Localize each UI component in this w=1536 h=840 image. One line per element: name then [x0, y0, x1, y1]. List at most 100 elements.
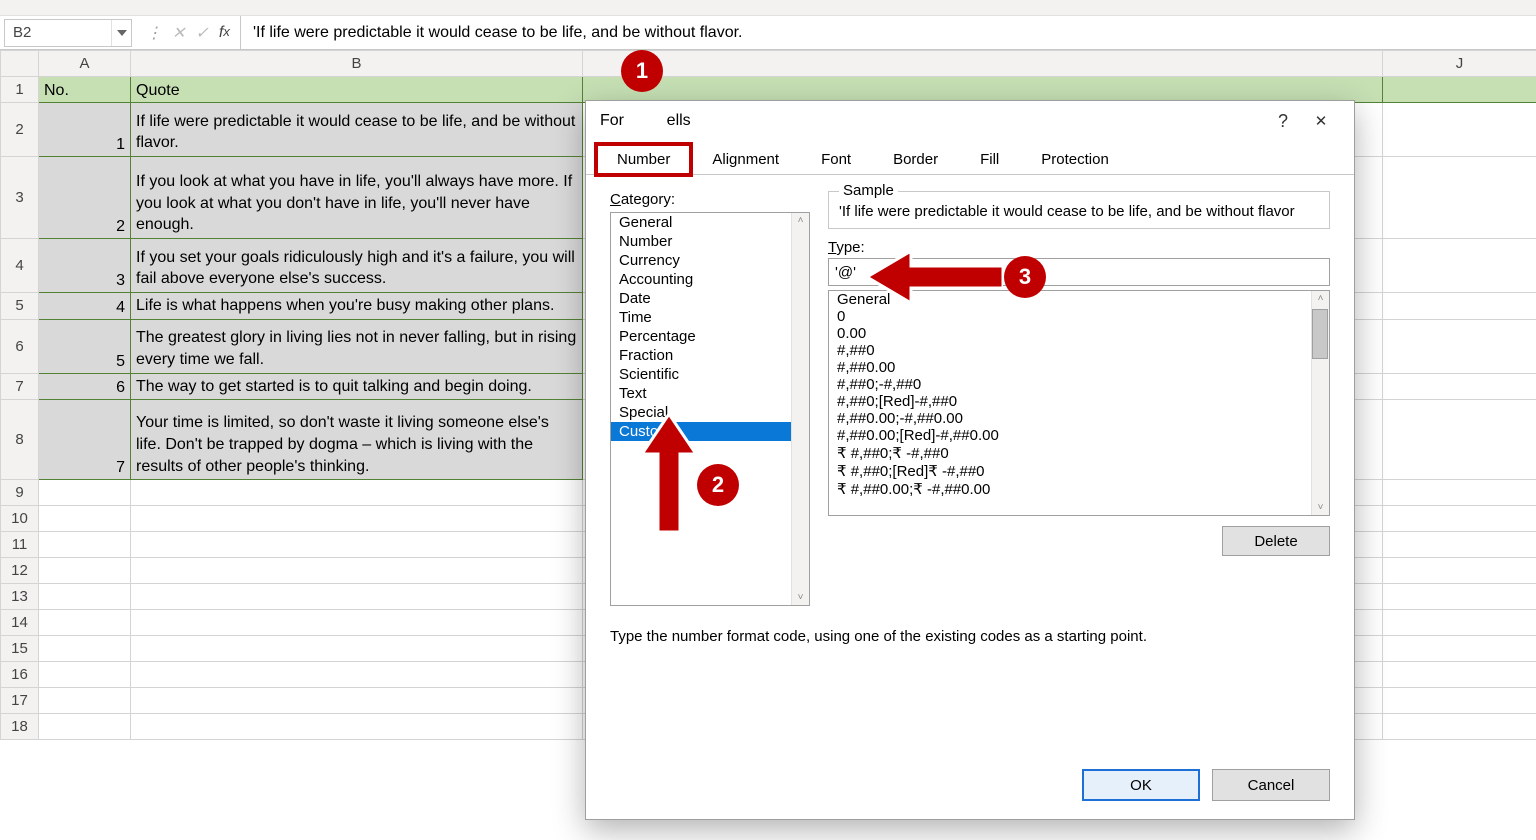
tab-fill[interactable]: Fill: [959, 144, 1020, 174]
category-item[interactable]: Custom: [611, 422, 809, 441]
row-header[interactable]: 17: [1, 688, 39, 714]
cell[interactable]: [39, 558, 131, 584]
tab-font[interactable]: Font: [800, 144, 872, 174]
cell[interactable]: The greatest glory in living lies not in…: [131, 319, 583, 373]
row-header[interactable]: 14: [1, 610, 39, 636]
category-item[interactable]: Accounting: [611, 270, 809, 289]
type-item[interactable]: #,##0.00;-#,##0.00: [829, 410, 1329, 427]
type-item[interactable]: 0.00: [829, 325, 1329, 342]
row-header[interactable]: 16: [1, 662, 39, 688]
tab-number[interactable]: Number: [596, 144, 691, 175]
cell[interactable]: [1383, 373, 1536, 400]
row-header[interactable]: 4: [1, 239, 39, 293]
cell[interactable]: [1383, 319, 1536, 373]
formula-content[interactable]: 'If life were predictable it would cease…: [241, 24, 1536, 42]
row-header[interactable]: 3: [1, 157, 39, 239]
category-item[interactable]: Number: [611, 232, 809, 251]
cell[interactable]: Quote: [131, 77, 583, 103]
cell[interactable]: [131, 480, 583, 506]
cell[interactable]: [39, 662, 131, 688]
cancel-button[interactable]: Cancel: [1212, 769, 1330, 801]
cell[interactable]: If life were predictable it would cease …: [131, 103, 583, 157]
category-item[interactable]: Scientific: [611, 365, 809, 384]
type-item[interactable]: 0: [829, 308, 1329, 325]
row-header[interactable]: 7: [1, 373, 39, 400]
delete-button[interactable]: Delete: [1222, 526, 1330, 556]
tab-protection[interactable]: Protection: [1020, 144, 1130, 174]
cell[interactable]: [1383, 558, 1536, 584]
cell[interactable]: [131, 688, 583, 714]
dialog-title-bar[interactable]: Format Cells ? ✕: [586, 101, 1354, 141]
type-item[interactable]: #,##0: [829, 342, 1329, 359]
cell[interactable]: [39, 610, 131, 636]
cell[interactable]: [131, 662, 583, 688]
chevron-down-icon[interactable]: [111, 20, 131, 46]
enter-icon[interactable]: ✓: [195, 23, 208, 43]
fx-icon[interactable]: fx: [219, 24, 230, 42]
row-header[interactable]: 13: [1, 584, 39, 610]
cell[interactable]: [583, 77, 1383, 103]
type-item[interactable]: #,##0.00: [829, 359, 1329, 376]
cell[interactable]: [1383, 532, 1536, 558]
cell[interactable]: [39, 636, 131, 662]
col-header-b[interactable]: B: [131, 51, 583, 77]
help-icon[interactable]: ?: [1264, 111, 1302, 132]
col-header-j[interactable]: J: [1383, 51, 1536, 77]
category-item[interactable]: Special: [611, 403, 809, 422]
cell[interactable]: 2: [39, 157, 131, 239]
cell[interactable]: The way to get started is to quit talkin…: [131, 373, 583, 400]
tab-border[interactable]: Border: [872, 144, 959, 174]
cell[interactable]: [39, 714, 131, 740]
type-item[interactable]: ₹ #,##0.00;₹ -#,##0.00: [829, 480, 1329, 498]
type-item[interactable]: ₹ #,##0;₹ -#,##0: [829, 444, 1329, 462]
type-input[interactable]: [828, 258, 1330, 286]
type-item[interactable]: #,##0;-#,##0: [829, 376, 1329, 393]
cell[interactable]: If you set your goals ridiculously high …: [131, 239, 583, 293]
cell[interactable]: [1383, 77, 1536, 103]
cancel-icon[interactable]: ✕: [172, 23, 185, 43]
cell[interactable]: 3: [39, 239, 131, 293]
cell[interactable]: [131, 558, 583, 584]
cell[interactable]: [39, 584, 131, 610]
scrollbar[interactable]: ˄ ˅: [791, 213, 809, 605]
cell[interactable]: [1383, 610, 1536, 636]
cell[interactable]: [39, 532, 131, 558]
cell[interactable]: [1383, 636, 1536, 662]
cell[interactable]: 1: [39, 103, 131, 157]
cell[interactable]: 7: [39, 400, 131, 480]
type-listbox[interactable]: General00.00#,##0#,##0.00#,##0;-#,##0 #,#…: [828, 290, 1330, 516]
cell[interactable]: [1383, 400, 1536, 480]
cell[interactable]: [131, 610, 583, 636]
row-header[interactable]: 8: [1, 400, 39, 480]
cell[interactable]: [131, 532, 583, 558]
cell[interactable]: [131, 714, 583, 740]
category-item[interactable]: General: [611, 213, 809, 232]
cell[interactable]: [39, 480, 131, 506]
row-header[interactable]: 15: [1, 636, 39, 662]
row-header[interactable]: 2: [1, 103, 39, 157]
row-header[interactable]: 6: [1, 319, 39, 373]
name-box-value[interactable]: B2: [5, 24, 111, 41]
row-header[interactable]: 1: [1, 77, 39, 103]
cell[interactable]: [1383, 584, 1536, 610]
tab-alignment[interactable]: Alignment: [691, 144, 800, 174]
row-header[interactable]: 11: [1, 532, 39, 558]
category-item[interactable]: Text: [611, 384, 809, 403]
category-item[interactable]: Date: [611, 289, 809, 308]
cell[interactable]: 6: [39, 373, 131, 400]
row-header[interactable]: 5: [1, 293, 39, 320]
type-item[interactable]: General: [829, 291, 1329, 308]
cell[interactable]: [1383, 714, 1536, 740]
chevron-up-icon[interactable]: ˄: [798, 215, 804, 226]
category-item[interactable]: Fraction: [611, 346, 809, 365]
category-listbox[interactable]: GeneralNumberCurrencyAccountingDateTimeP…: [610, 212, 810, 606]
cell[interactable]: [39, 506, 131, 532]
row-header[interactable]: 9: [1, 480, 39, 506]
col-header-gap[interactable]: [583, 51, 1383, 77]
cell[interactable]: [131, 636, 583, 662]
cell[interactable]: [39, 688, 131, 714]
row-header[interactable]: 12: [1, 558, 39, 584]
select-all-corner[interactable]: [1, 51, 39, 77]
ok-button[interactable]: OK: [1082, 769, 1200, 801]
cell[interactable]: [131, 506, 583, 532]
